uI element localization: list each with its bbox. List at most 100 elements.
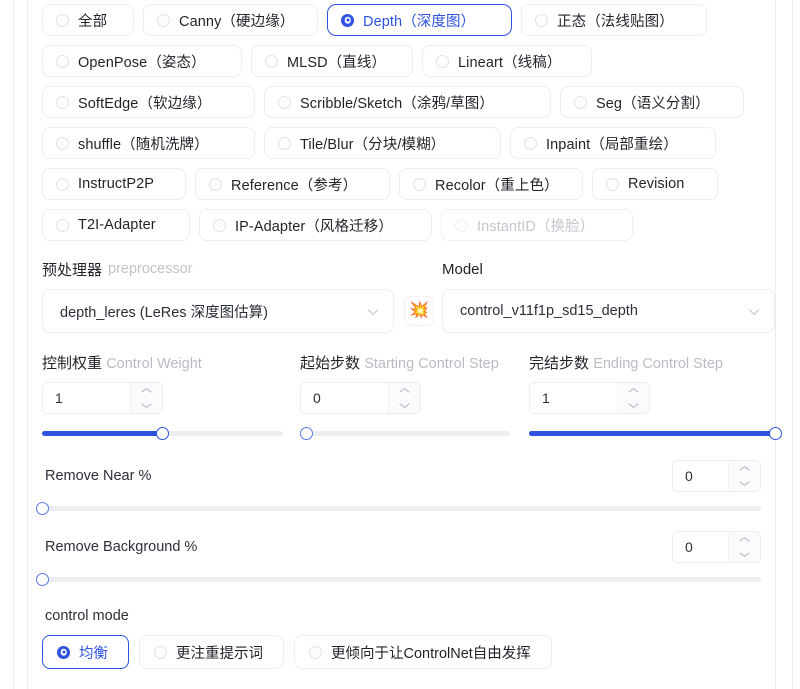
starting-step-spinner — [388, 383, 420, 413]
control-type-option[interactable]: Depth（深度图） — [327, 4, 512, 36]
ending-step-value[interactable]: 1 — [530, 383, 617, 413]
ending-step-slider-cell — [529, 426, 782, 440]
remove-background-value[interactable]: 0 — [673, 532, 728, 562]
control-type-option[interactable]: 全部 — [42, 4, 134, 36]
control-weight-slider[interactable] — [42, 426, 283, 440]
run-preprocessor-button[interactable]: 💥 — [404, 296, 434, 326]
control-type-option[interactable]: Lineart（线稿） — [422, 45, 592, 77]
control-type-option: InstantID（换脸） — [441, 209, 633, 241]
control-type-row: 全部 Canny（硬边缘） Depth（深度图） 正态（法线贴图） — [28, 4, 775, 36]
stepper-up-icon[interactable] — [389, 383, 420, 398]
control-type-option[interactable]: Inpaint（局部重绘） — [510, 127, 716, 159]
remove-near-header: Remove Near % 0 — [42, 460, 761, 492]
slider-track — [35, 572, 761, 586]
control-weight-group: 控制权重 Control Weight 1 — [42, 353, 300, 414]
remove-near-value[interactable]: 0 — [673, 461, 728, 491]
control-type-option-label: Scribble/Sketch（涂鸦/草图） — [300, 95, 494, 112]
control-weight-stepper[interactable]: 1 — [42, 382, 163, 414]
control-type-option[interactable]: IP-Adapter（风格迁移） — [199, 209, 432, 241]
control-mode-option[interactable]: 均衡 — [42, 635, 129, 669]
slider-thumb[interactable] — [35, 572, 49, 586]
slider-track — [529, 426, 782, 440]
ending-step-label: 完结步数 Ending Control Step — [529, 353, 729, 375]
control-type-option[interactable]: InstructP2P — [42, 168, 186, 200]
slider-thumb[interactable] — [156, 426, 169, 440]
slider-thumb[interactable] — [768, 426, 782, 440]
radio-unselected-icon — [213, 218, 226, 232]
remove-background-group: Remove Background % 0 — [28, 531, 775, 586]
control-type-option[interactable]: shuffle（随机洗牌） — [42, 127, 255, 159]
remove-background-slider[interactable] — [35, 572, 761, 586]
control-weight-label-en: Control Weight — [106, 356, 202, 372]
starting-step-value[interactable]: 0 — [301, 383, 388, 413]
stepper-up-icon[interactable] — [131, 383, 162, 398]
starting-step-stepper[interactable]: 0 — [300, 382, 421, 414]
starting-step-slider[interactable] — [299, 426, 510, 440]
stepper-down-icon[interactable] — [389, 398, 420, 413]
slider-thumb[interactable] — [299, 426, 313, 440]
radio-unselected-icon — [56, 136, 69, 150]
radio-unselected-icon — [455, 218, 468, 232]
model-column: Model control_v11f1p_sd15_depth — [434, 257, 775, 333]
chevron-down-icon — [748, 306, 760, 317]
control-type-option-label: 正态（法线贴图） — [557, 13, 674, 30]
stepper-up-icon[interactable] — [729, 461, 760, 476]
control-type-option[interactable]: Scribble/Sketch（涂鸦/草图） — [264, 86, 551, 118]
control-type-option-label: T2I-Adapter — [78, 217, 156, 233]
control-type-group: 全部 Canny（硬边缘） Depth（深度图） 正态（法线贴图） OpenPose（姿… — [28, 0, 775, 241]
slider-track — [35, 501, 761, 515]
control-type-option[interactable]: Recolor（重上色） — [399, 168, 583, 200]
control-type-option[interactable]: Canny（硬边缘） — [143, 4, 318, 36]
stepper-down-icon[interactable] — [131, 398, 162, 413]
ending-step-stepper[interactable]: 1 — [529, 382, 650, 414]
control-type-option[interactable]: SoftEdge（软边缘） — [42, 86, 255, 118]
radio-unselected-icon — [56, 13, 69, 27]
model-label: Model — [442, 257, 775, 281]
control-weight-value[interactable]: 1 — [43, 383, 130, 413]
chevron-down-icon — [367, 306, 379, 317]
remove-near-label: Remove Near % — [45, 468, 152, 484]
remove-background-header: Remove Background % 0 — [42, 531, 761, 563]
control-type-row: InstructP2P Reference（参考） Recolor（重上色） Revi… — [28, 168, 775, 200]
stepper-up-icon[interactable] — [729, 532, 760, 547]
control-mode-option-label: 更倾向于让ControlNet自由发挥 — [331, 645, 531, 662]
control-type-option[interactable]: Seg（语义分割） — [560, 86, 744, 118]
preprocessor-select[interactable]: depth_leres (LeRes 深度图估算) — [42, 289, 394, 333]
control-type-option[interactable]: 正态（法线贴图） — [521, 4, 707, 36]
control-type-option[interactable]: Tile/Blur（分块/模糊） — [264, 127, 501, 159]
radio-selected-icon — [341, 13, 354, 27]
model-select[interactable]: control_v11f1p_sd15_depth — [442, 289, 775, 333]
slider-thumb[interactable] — [35, 501, 49, 515]
control-type-option-label: Depth（深度图） — [363, 13, 476, 30]
starting-step-label-cn: 起始步数 — [300, 355, 361, 372]
radio-unselected-icon — [56, 95, 69, 109]
preprocessor-label-cn: 预处理器 — [42, 261, 103, 279]
page-rule-right-outer — [792, 0, 793, 689]
remove-near-stepper[interactable]: 0 — [672, 460, 761, 492]
model-controls: control_v11f1p_sd15_depth — [442, 289, 775, 333]
control-type-option[interactable]: Revision — [592, 168, 718, 200]
ending-step-slider[interactable] — [529, 426, 782, 440]
ending-step-group: 完结步数 Ending Control Step 1 — [529, 353, 775, 414]
remove-near-slider[interactable] — [35, 501, 761, 515]
control-type-option-label: Recolor（重上色） — [435, 177, 559, 194]
control-mode-option[interactable]: 更注重提示词 — [139, 635, 284, 669]
control-type-option-label: Reference（参考） — [231, 177, 358, 194]
preprocessor-label-en: preprocessor — [108, 261, 193, 277]
control-mode-option[interactable]: 更倾向于让ControlNet自由发挥 — [294, 635, 552, 669]
control-type-option[interactable]: T2I-Adapter — [42, 209, 190, 241]
remove-background-stepper[interactable]: 0 — [672, 531, 761, 563]
control-type-option[interactable]: MLSD（直线） — [251, 45, 413, 77]
control-type-option-label: Seg（语义分割） — [596, 95, 710, 112]
control-type-option[interactable]: Reference（参考） — [195, 168, 390, 200]
starting-step-label: 起始步数 Starting Control Step — [300, 353, 500, 375]
preprocessor-model-row: 预处理器 preprocessor depth_leres (LeRes 深度图… — [28, 257, 775, 333]
stepper-down-icon[interactable] — [729, 476, 760, 491]
stepper-down-icon[interactable] — [618, 398, 649, 413]
stepper-down-icon[interactable] — [729, 547, 760, 562]
radio-unselected-icon — [56, 54, 69, 68]
stepper-up-icon[interactable] — [618, 383, 649, 398]
control-type-option-label: Lineart（线稿） — [458, 54, 562, 71]
remove-background-spinner — [728, 532, 760, 562]
control-type-option[interactable]: OpenPose（姿态） — [42, 45, 242, 77]
